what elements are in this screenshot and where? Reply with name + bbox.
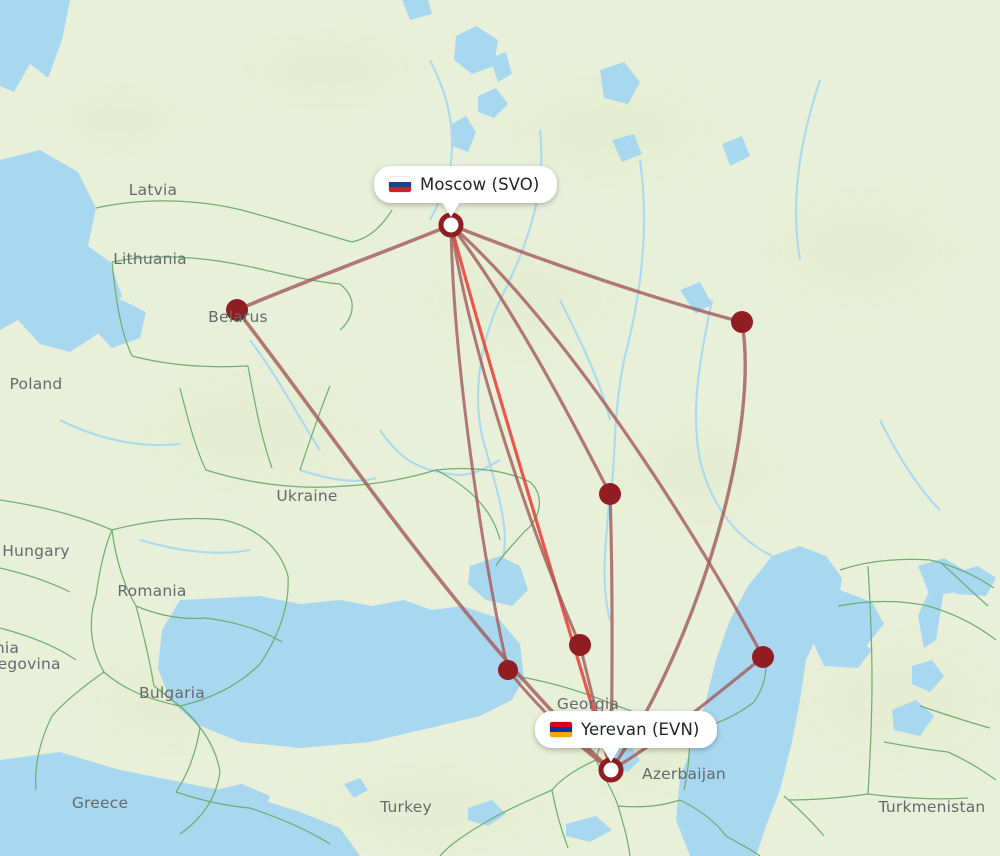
waypoint-sochi[interactable] — [498, 660, 518, 680]
waypoint-volgograd[interactable] — [599, 483, 621, 505]
map-canvas — [0, 0, 1000, 856]
callout-tail — [442, 202, 460, 217]
airport-marker-svo[interactable] — [438, 212, 464, 238]
flag-armenia-icon — [550, 722, 572, 737]
waypoint-mineralnye[interactable] — [569, 634, 591, 656]
waypoint-makhachkala[interactable] — [752, 646, 774, 668]
callout-evn[interactable]: Yerevan (EVN) — [535, 711, 718, 762]
waypoint-kazan[interactable] — [731, 311, 753, 333]
airport-marker-evn[interactable] — [598, 757, 624, 783]
callout-label-svo: Moscow (SVO) — [420, 175, 540, 194]
callout-label-evn: Yerevan (EVN) — [581, 720, 700, 739]
airport-ring-svo — [438, 212, 464, 238]
flight-route-map[interactable]: Latvia Lithuania Poland Belarus Ukraine Hunga… — [0, 0, 1000, 856]
callout-svo[interactable]: Moscow (SVO) — [374, 166, 558, 217]
waypoint-minsk[interactable] — [226, 299, 248, 321]
flag-russia-icon — [389, 177, 411, 192]
airport-ring-evn — [598, 757, 624, 783]
callout-tail — [602, 747, 620, 762]
